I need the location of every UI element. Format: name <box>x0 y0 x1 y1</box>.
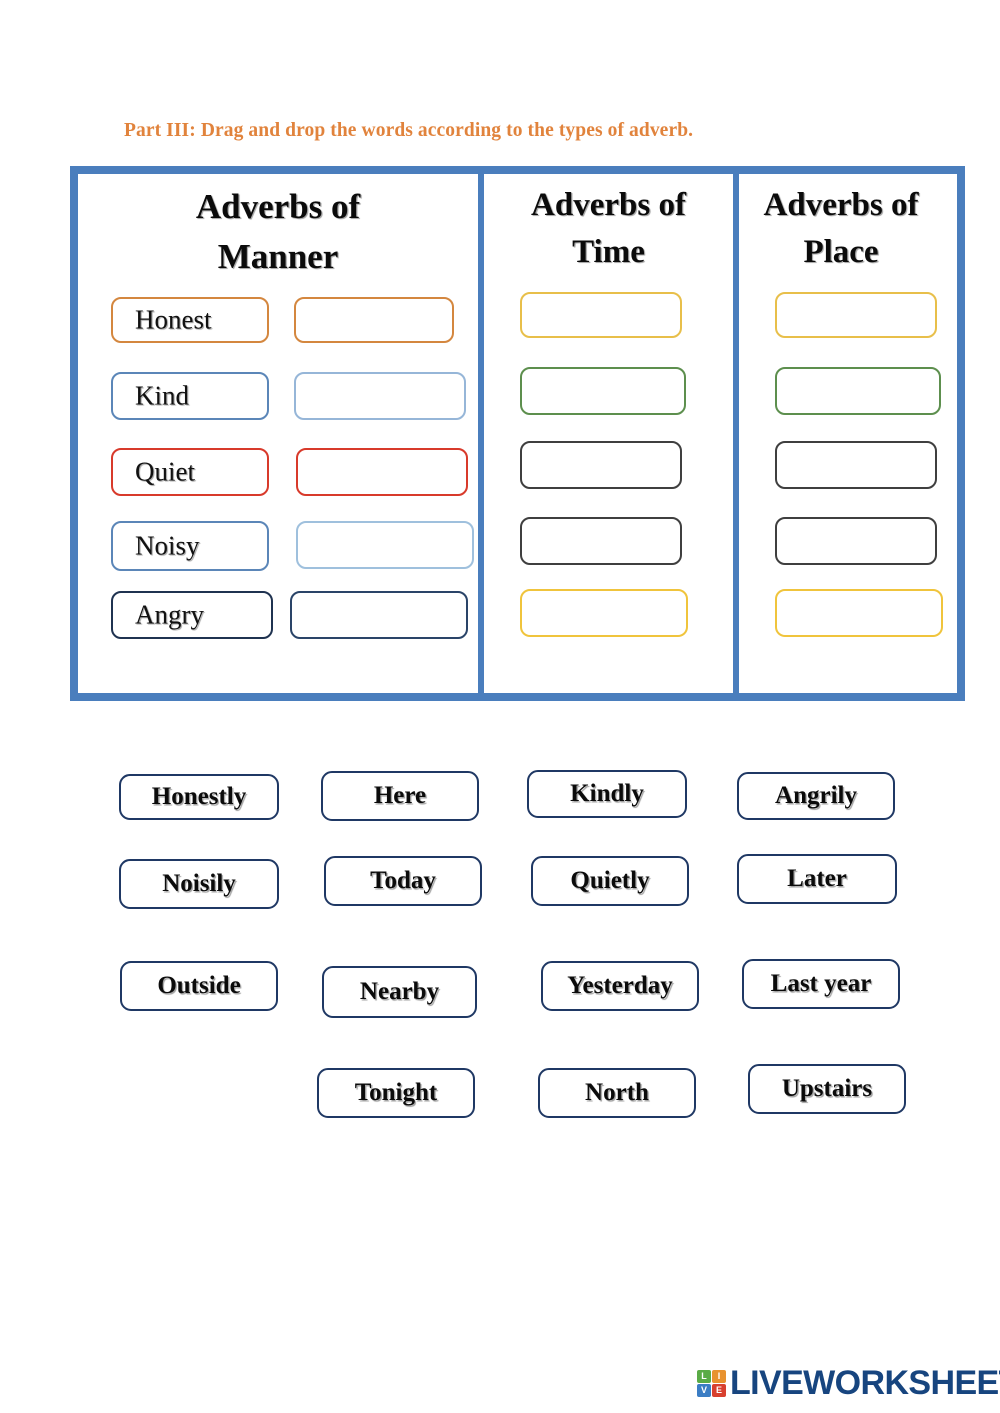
draggable-word-honestly[interactable]: Honestly <box>119 774 279 820</box>
liveworksheets-logo-icon: LIVE <box>697 1369 726 1397</box>
word-bank: Honestly Here Kindly Angrily Noisily Today Qui… <box>0 756 1000 1146</box>
prompt-box-angry: Angry <box>111 591 273 640</box>
prompt-box-kind: Kind <box>111 372 269 421</box>
draggable-word-tonight[interactable]: Tonight <box>317 1068 475 1118</box>
draggable-word-outside[interactable]: Outside <box>120 961 278 1011</box>
column-adverbs-of-place: Adverbs of Place <box>739 174 957 693</box>
logo-cell-v: V <box>697 1383 711 1397</box>
drop-target-place-4[interactable] <box>775 516 937 565</box>
column-adverbs-of-manner: Adverbs of Manner Honest Kind Quiet Noisy An… <box>78 174 478 693</box>
table-border-top <box>70 166 965 174</box>
column-title-line2: Time <box>572 233 645 270</box>
drop-target-place-5[interactable] <box>775 588 943 637</box>
logo-cell-l: L <box>697 1369 711 1383</box>
draggable-word-noisily[interactable]: Noisily <box>119 859 279 909</box>
logo-cell-e: E <box>712 1383 726 1397</box>
prompt-box-honest: Honest <box>111 297 269 344</box>
table-border-left <box>70 174 78 701</box>
column-title-manner: Adverbs of Manner <box>78 174 478 281</box>
drop-target-manner-3[interactable] <box>296 448 468 497</box>
liveworksheets-wordmark: LIVEWORKSHEETS <box>730 1364 1000 1402</box>
draggable-word-angrily[interactable]: Angrily <box>737 772 895 820</box>
column-title-line1: Adverbs of <box>763 187 919 223</box>
word-label: Honest <box>135 304 212 335</box>
draggable-word-here[interactable]: Here <box>321 771 479 821</box>
time-rows <box>484 291 733 652</box>
place-rows <box>739 291 957 652</box>
drop-target-time-5[interactable] <box>520 588 688 637</box>
drop-target-time-3[interactable] <box>520 440 682 489</box>
draggable-word-north[interactable]: North <box>538 1068 696 1118</box>
word-label: Quiet <box>135 456 195 487</box>
drop-target-time-1[interactable] <box>520 291 682 338</box>
draggable-word-yesterday[interactable]: Yesterday <box>541 961 699 1011</box>
draggable-word-quietly[interactable]: Quietly <box>531 856 689 906</box>
draggable-word-nearby[interactable]: Nearby <box>322 966 477 1018</box>
column-title-line1: Adverbs of <box>195 187 361 226</box>
drop-target-manner-5[interactable] <box>290 591 468 640</box>
drop-target-place-2[interactable] <box>775 366 941 415</box>
draggable-word-upstairs[interactable]: Upstairs <box>748 1064 906 1114</box>
column-title-line2: Place <box>803 233 879 270</box>
draggable-word-last-year[interactable]: Last year <box>742 959 900 1009</box>
drop-target-manner-1[interactable] <box>294 297 454 344</box>
column-title-place: Adverbs of Place <box>725 174 957 276</box>
drop-target-time-2[interactable] <box>520 366 686 415</box>
drop-target-place-3[interactable] <box>775 440 937 489</box>
page-title: Part III: Drag and drop the words accord… <box>124 120 694 141</box>
column-title-time: Adverbs of Time <box>484 174 733 276</box>
drop-target-time-4[interactable] <box>520 516 682 565</box>
column-title-line1: Adverbs of <box>531 187 686 223</box>
draggable-word-kindly[interactable]: Kindly <box>527 770 687 818</box>
drop-target-manner-4[interactable] <box>296 521 474 570</box>
column-title-line2: Manner <box>217 236 339 276</box>
adverbs-table: Adverbs of Manner Honest Kind Quiet Noisy An… <box>70 166 965 701</box>
drop-target-place-1[interactable] <box>775 291 937 338</box>
word-label: Kind <box>135 380 189 411</box>
table-border-bottom <box>78 693 965 701</box>
logo-cell-i: I <box>712 1369 726 1383</box>
table-border-right <box>957 166 965 693</box>
drop-target-manner-2[interactable] <box>294 372 466 421</box>
word-label: Angry <box>135 599 204 630</box>
prompt-box-noisy: Noisy <box>111 521 269 572</box>
prompt-box-quiet: Quiet <box>111 448 269 497</box>
column-adverbs-of-time: Adverbs of Time <box>484 174 733 693</box>
word-label: Noisy <box>135 530 200 561</box>
draggable-word-later[interactable]: Later <box>737 854 897 904</box>
manner-rows: Honest Kind Quiet Noisy Angry <box>78 297 478 657</box>
draggable-word-today[interactable]: Today <box>324 856 482 906</box>
liveworksheets-logo: LIVE LIVEWORKSHEETS <box>697 1366 1000 1400</box>
